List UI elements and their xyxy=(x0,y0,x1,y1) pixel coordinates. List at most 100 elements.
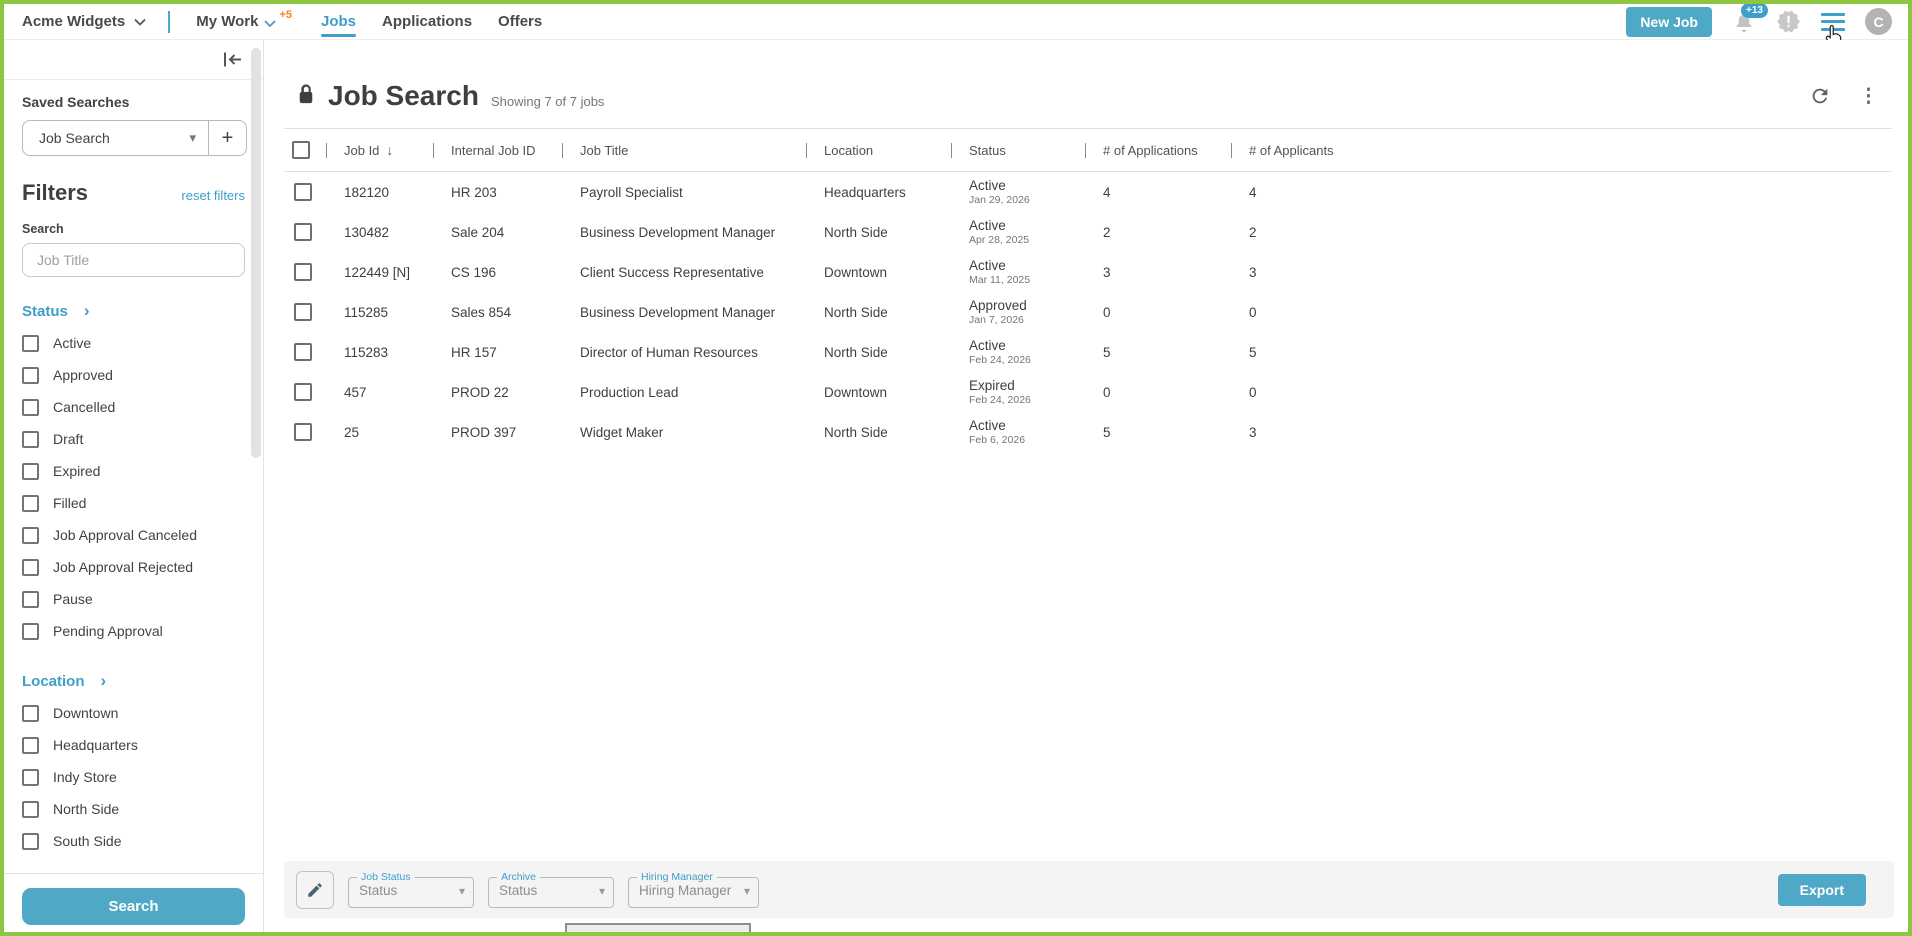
cell-applications: 0 xyxy=(1085,305,1231,320)
cell-applications: 4 xyxy=(1085,185,1231,200)
nav-item-my-work[interactable]: My Work +5 xyxy=(196,4,295,39)
status-option-filled[interactable]: Filled xyxy=(4,487,263,519)
search-button[interactable]: Search xyxy=(22,888,245,925)
table-row[interactable]: 130482Sale 204Business Development Manag… xyxy=(284,212,1892,252)
column-header-job-title[interactable]: Job Title xyxy=(562,143,806,158)
job-title-search-input[interactable] xyxy=(22,243,245,277)
location-option-south-side[interactable]: South Side xyxy=(4,825,263,857)
column-header-job-id[interactable]: Job Id↓ xyxy=(326,142,433,158)
row-checkbox[interactable] xyxy=(294,303,312,321)
refresh-icon[interactable] xyxy=(1809,85,1831,107)
column-header-applicants[interactable]: # of Applicants xyxy=(1231,143,1381,158)
nav-item-jobs[interactable]: Jobs xyxy=(321,4,356,39)
filter-option-label: Job Approval Canceled xyxy=(53,527,197,543)
results-count: Showing 7 of 7 jobs xyxy=(491,94,604,109)
checkbox[interactable] xyxy=(22,833,39,850)
saved-search-value: Job Search xyxy=(39,130,110,146)
table-row[interactable]: 115285Sales 854Business Development Mana… xyxy=(284,292,1892,332)
sidebar-divider xyxy=(4,873,263,874)
filter-option-label: Job Approval Rejected xyxy=(53,559,193,575)
status-section-toggle[interactable]: Status › xyxy=(22,301,245,321)
status-option-pending-approval[interactable]: Pending Approval xyxy=(4,615,263,647)
column-header-internal-job-id[interactable]: Internal Job ID xyxy=(433,143,562,158)
alert-seal-icon[interactable] xyxy=(1776,9,1801,34)
cell-job-title: Widget Maker xyxy=(562,425,806,440)
checkbox[interactable] xyxy=(22,591,39,608)
kebab-menu-icon[interactable]: ⋮ xyxy=(1859,85,1878,108)
column-header-applications[interactable]: # of Applications xyxy=(1085,143,1231,158)
status-option-cancelled[interactable]: Cancelled xyxy=(4,391,263,423)
notifications-bell-icon[interactable]: +13 xyxy=(1732,10,1756,34)
archive-dropdown[interactable]: Archive Status▾ xyxy=(488,871,614,908)
status-option-job-approval-rejected[interactable]: Job Approval Rejected xyxy=(4,551,263,583)
row-checkbox[interactable] xyxy=(294,343,312,361)
column-header-status[interactable]: Status xyxy=(951,143,1085,158)
cell-location: North Side xyxy=(806,345,951,360)
checkbox[interactable] xyxy=(22,623,39,640)
column-header-location[interactable]: Location xyxy=(806,143,951,158)
checkbox[interactable] xyxy=(22,705,39,722)
filter-option-label: Cancelled xyxy=(53,399,115,415)
user-avatar[interactable]: C xyxy=(1865,8,1892,35)
new-job-button[interactable]: New Job xyxy=(1626,7,1712,37)
nav-item-offers[interactable]: Offers xyxy=(498,4,542,39)
status-option-approved[interactable]: Approved xyxy=(4,359,263,391)
checkbox[interactable] xyxy=(22,335,39,352)
sidebar-scrollbar[interactable] xyxy=(251,48,261,458)
archive-dropdown-label: Archive xyxy=(497,871,540,883)
cell-internal-job-id: PROD 22 xyxy=(433,385,562,400)
status-option-draft[interactable]: Draft xyxy=(4,423,263,455)
add-saved-search-button[interactable]: + xyxy=(208,121,246,155)
status-option-job-approval-canceled[interactable]: Job Approval Canceled xyxy=(4,519,263,551)
table-row[interactable]: 25PROD 397Widget MakerNorth SideActiveFe… xyxy=(284,412,1892,452)
checkbox[interactable] xyxy=(22,737,39,754)
table-row[interactable]: 115283HR 157Director of Human ResourcesN… xyxy=(284,332,1892,372)
hiring-manager-dropdown[interactable]: Hiring Manager Hiring Manager▾ xyxy=(628,871,759,908)
company-menu[interactable]: Acme Widgets xyxy=(22,13,146,30)
row-checkbox[interactable] xyxy=(294,383,312,401)
location-section-toggle[interactable]: Location › xyxy=(22,671,245,691)
location-option-downtown[interactable]: Downtown xyxy=(4,697,263,729)
status-section-title: Status xyxy=(22,303,68,320)
chevron-down-icon: ▾ xyxy=(189,130,196,146)
collapse-sidebar-icon[interactable] xyxy=(222,51,243,68)
export-button[interactable]: Export xyxy=(1778,874,1866,906)
edit-pencil-button[interactable] xyxy=(296,871,334,909)
checkbox[interactable] xyxy=(22,399,39,416)
checkbox[interactable] xyxy=(22,527,39,544)
job-status-dropdown[interactable]: Job Status Status▾ xyxy=(348,871,474,908)
nav-label: My Work xyxy=(196,13,258,30)
reset-filters-link[interactable]: reset filters xyxy=(181,188,245,203)
row-checkbox[interactable] xyxy=(294,183,312,201)
saved-searches-label: Saved Searches xyxy=(22,94,247,110)
checkbox[interactable] xyxy=(22,367,39,384)
saved-search-select[interactable]: Job Search ▾ xyxy=(23,121,208,155)
cell-applicants: 0 xyxy=(1231,305,1381,320)
location-option-north-side[interactable]: North Side xyxy=(4,793,263,825)
cell-status: ExpiredFeb 24, 2026 xyxy=(951,378,1085,406)
page-title: Job Search xyxy=(328,80,479,112)
table-row[interactable]: 457PROD 22Production LeadDowntownExpired… xyxy=(284,372,1892,412)
status-option-expired[interactable]: Expired xyxy=(4,455,263,487)
location-option-headquarters[interactable]: Headquarters xyxy=(4,729,263,761)
select-all-checkbox[interactable] xyxy=(292,141,310,159)
row-checkbox[interactable] xyxy=(294,223,312,241)
table-row[interactable]: 122449 [N]CS 196Client Success Represent… xyxy=(284,252,1892,292)
nav-item-applications[interactable]: Applications xyxy=(382,4,472,39)
row-checkbox[interactable] xyxy=(294,263,312,281)
location-option-indy-store[interactable]: Indy Store xyxy=(4,761,263,793)
filters-title: Filters xyxy=(22,180,88,206)
hamburger-menu-icon[interactable] xyxy=(1821,13,1845,31)
checkbox[interactable] xyxy=(22,559,39,576)
checkbox[interactable] xyxy=(22,769,39,786)
checkbox[interactable] xyxy=(22,431,39,448)
row-checkbox[interactable] xyxy=(294,423,312,441)
cell-internal-job-id: HR 157 xyxy=(433,345,562,360)
cell-internal-job-id: CS 196 xyxy=(433,265,562,280)
checkbox[interactable] xyxy=(22,495,39,512)
status-option-active[interactable]: Active xyxy=(4,327,263,359)
checkbox[interactable] xyxy=(22,801,39,818)
status-option-pause[interactable]: Pause xyxy=(4,583,263,615)
table-row[interactable]: 182120HR 203Payroll SpecialistHeadquarte… xyxy=(284,172,1892,212)
checkbox[interactable] xyxy=(22,463,39,480)
